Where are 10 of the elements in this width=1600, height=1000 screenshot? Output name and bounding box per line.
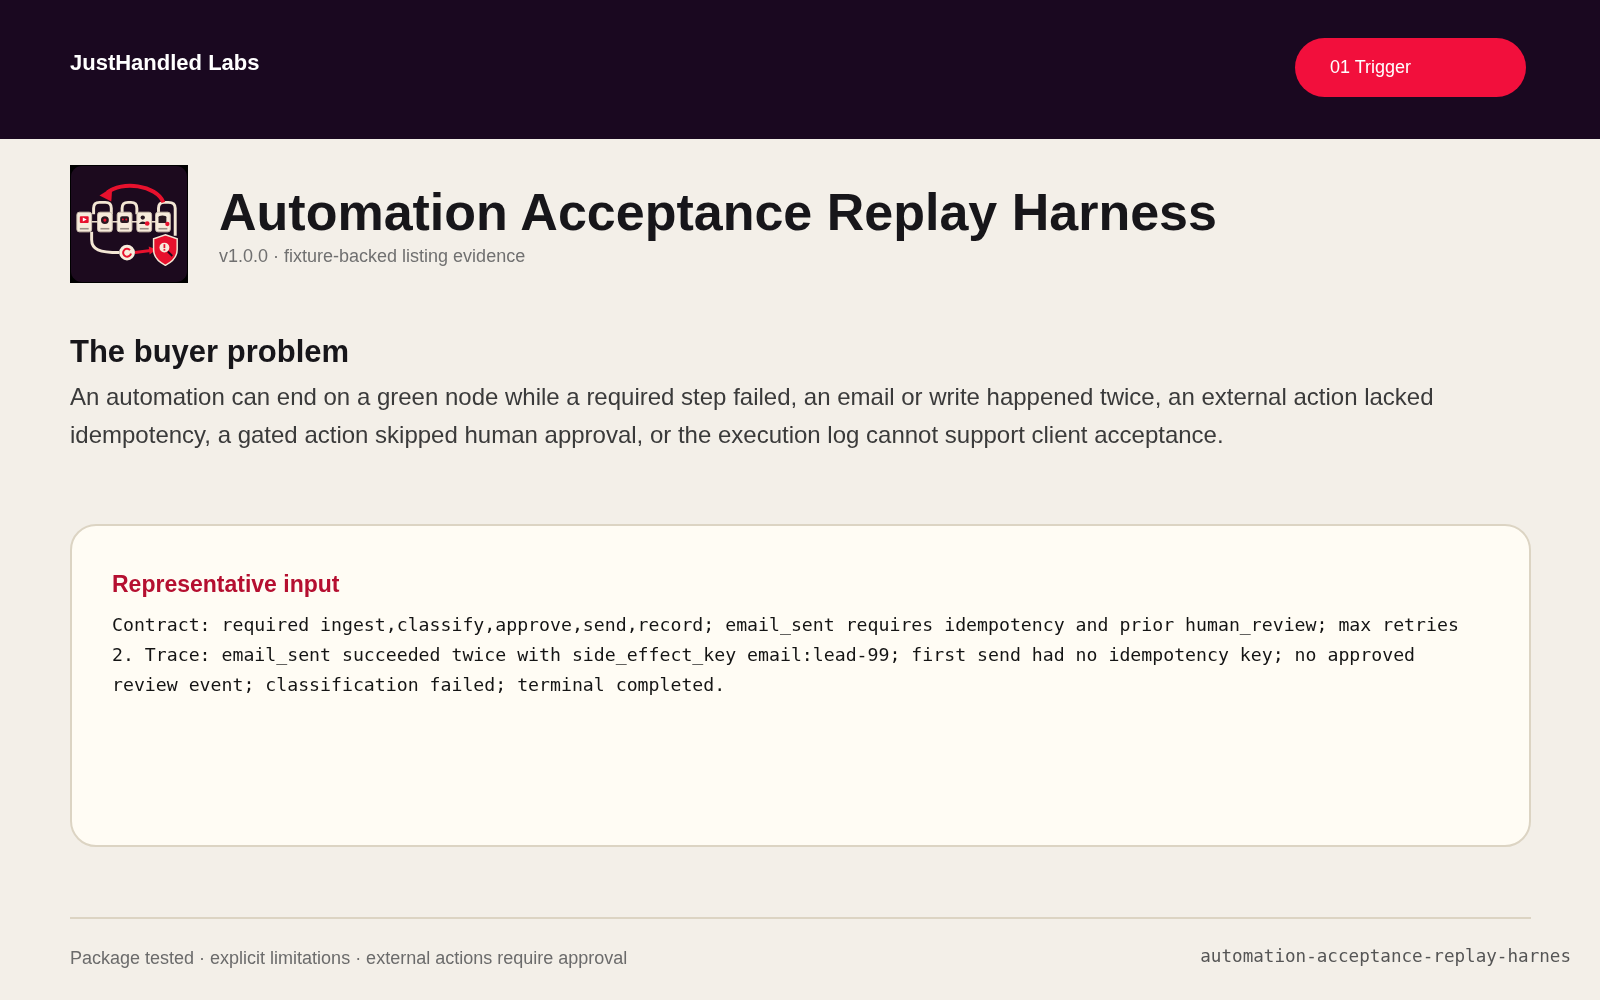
- trigger-button[interactable]: 01 Trigger: [1295, 38, 1526, 97]
- package-name: automation-acceptance-replay-harnes: [1200, 945, 1571, 966]
- problem-description: An automation can end on a green node while a required step failed, an email or write happened twice, an external action lacked idempotency, a gated action skipped human approval, or the execution log cannot support client acceptance.: [70, 381, 1435, 450]
- footer-text: Package tested · explicit limitations · external actions require approval: [70, 947, 628, 969]
- card-heading: Representative input: [112, 569, 341, 599]
- version-subtitle: v1.0.0 · fixture-backed listing evidence: [219, 245, 527, 267]
- page-title: Automation Acceptance Replay Harness: [219, 183, 1217, 243]
- section-heading: The buyer problem: [70, 333, 351, 371]
- input-text: Contract: required ingest,classify,approve,send,record; email_sent requires idempotency and prior human_review; max retries 2. Trace: email_sent succeeded twice with side_effect_key email:lead-99; first send had no idempotency key; no approved review event; classification failed; terminal completed.: [112, 612, 1460, 697]
- brand-name: JustHandled Labs: [70, 50, 260, 76]
